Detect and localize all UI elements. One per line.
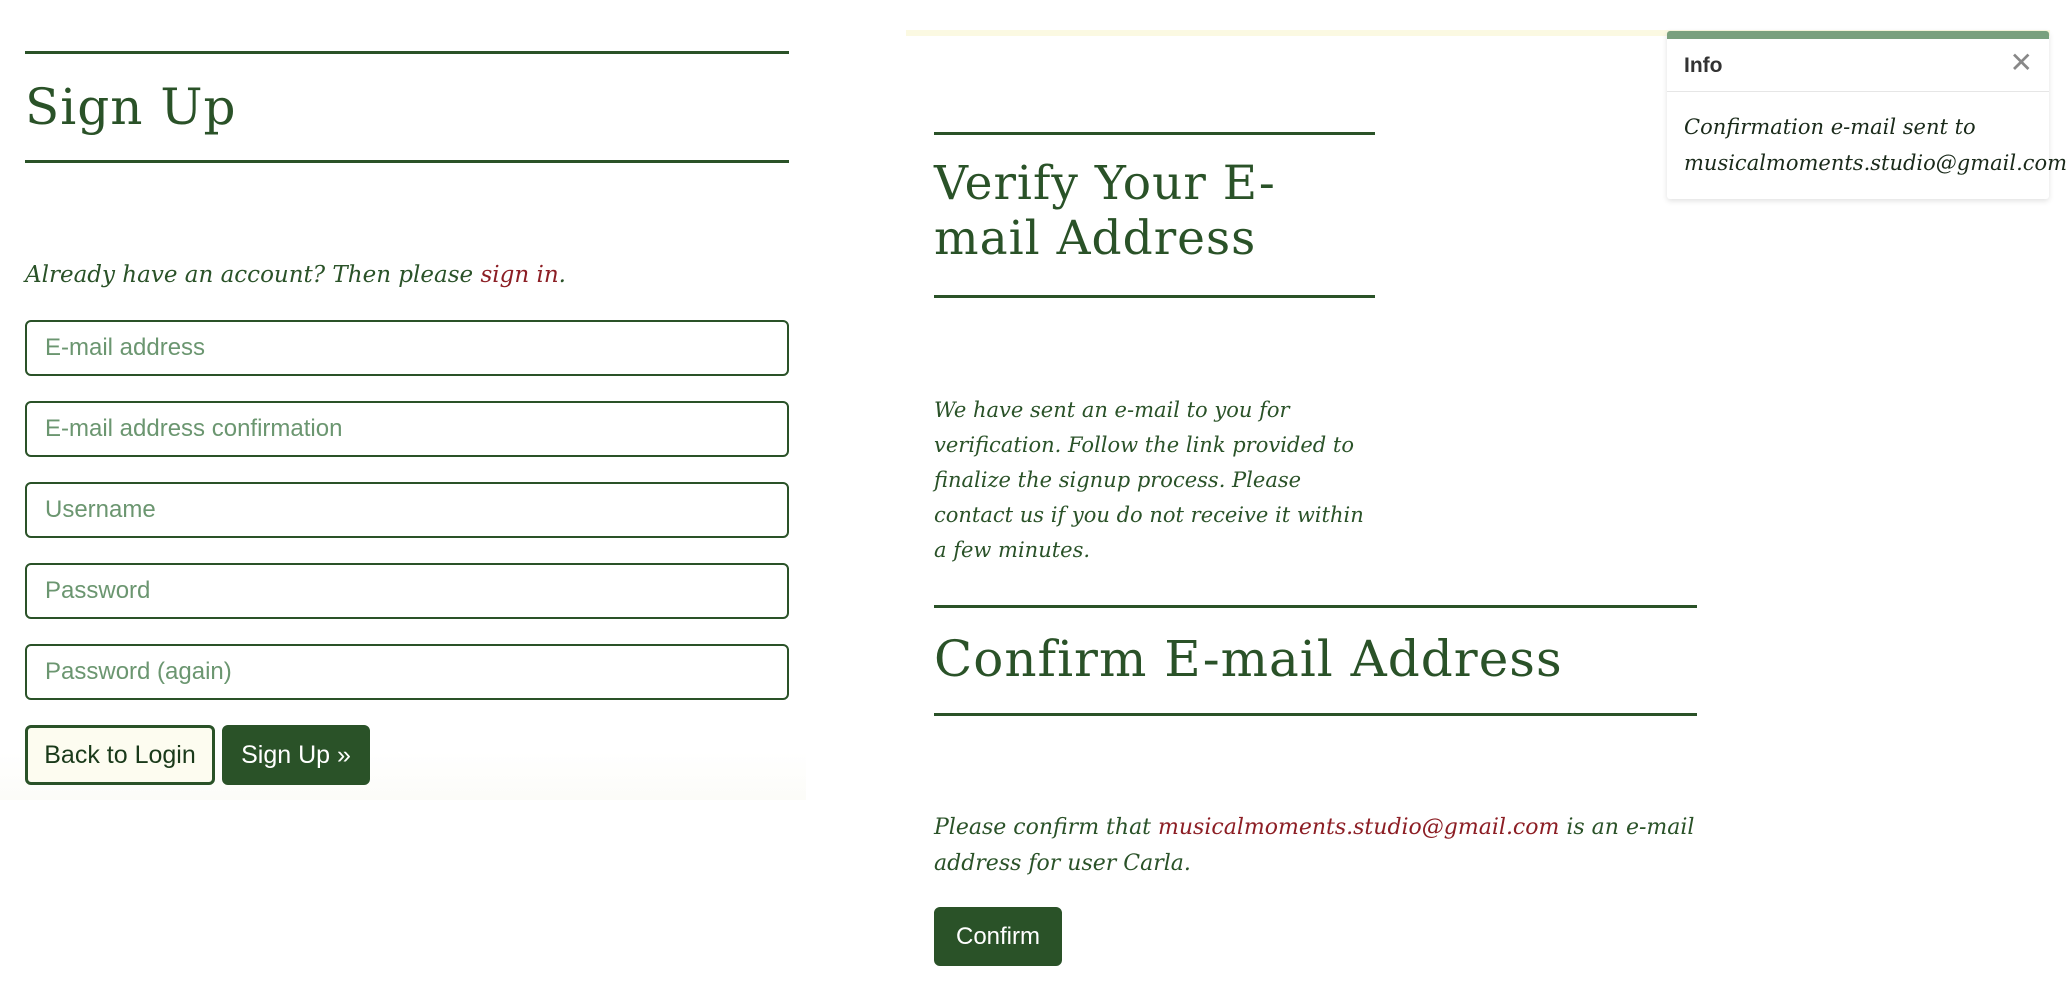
signin-prompt-text: Already have an account? Then please xyxy=(25,262,481,288)
verify-title: Verify Your E-mail Address xyxy=(934,156,1276,267)
password-again-field[interactable] xyxy=(25,644,789,700)
sign-in-link[interactable]: sign in xyxy=(480,262,558,288)
confirm-rule-bottom xyxy=(934,713,1697,716)
confirm-message: Please confirm that musicalmoments.studi… xyxy=(934,810,1704,882)
password-field[interactable] xyxy=(25,563,789,619)
verify-rule-top xyxy=(934,132,1375,135)
confirm-button[interactable]: Confirm xyxy=(934,907,1062,966)
signup-panel: Sign Up Already have an account? Then pl… xyxy=(0,0,806,800)
title-rule-top xyxy=(25,51,789,54)
toast-title: Info xyxy=(1684,54,1723,77)
email-field[interactable] xyxy=(25,320,789,376)
confirm-rule-top xyxy=(934,605,1697,608)
signin-prompt: Already have an account? Then please sig… xyxy=(25,262,566,288)
back-to-login-button[interactable]: Back to Login xyxy=(25,725,215,785)
verify-rule-bottom xyxy=(934,295,1375,298)
confirm-text-before: Please confirm that xyxy=(934,815,1159,840)
confirm-email-link[interactable]: musicalmoments.studio@gmail.com xyxy=(1158,815,1559,840)
signin-prompt-end: . xyxy=(558,262,566,288)
signup-title: Sign Up xyxy=(25,78,237,136)
username-field[interactable] xyxy=(25,482,789,538)
email-confirmation-field[interactable] xyxy=(25,401,789,457)
verify-message: We have sent an e-mail to you for verifi… xyxy=(934,398,1364,562)
toast-header: Info ✕ xyxy=(1667,39,2049,92)
toast-message: Confirmation e-mail sent to musicalmomen… xyxy=(1684,115,2068,175)
close-icon[interactable]: ✕ xyxy=(2010,49,2033,77)
sign-up-button[interactable]: Sign Up » xyxy=(222,725,370,785)
title-rule-bottom xyxy=(25,160,789,163)
info-toast: Info ✕ Confirmation e-mail sent to music… xyxy=(1667,31,2068,199)
confirm-title: Confirm E-mail Address xyxy=(934,630,1563,688)
